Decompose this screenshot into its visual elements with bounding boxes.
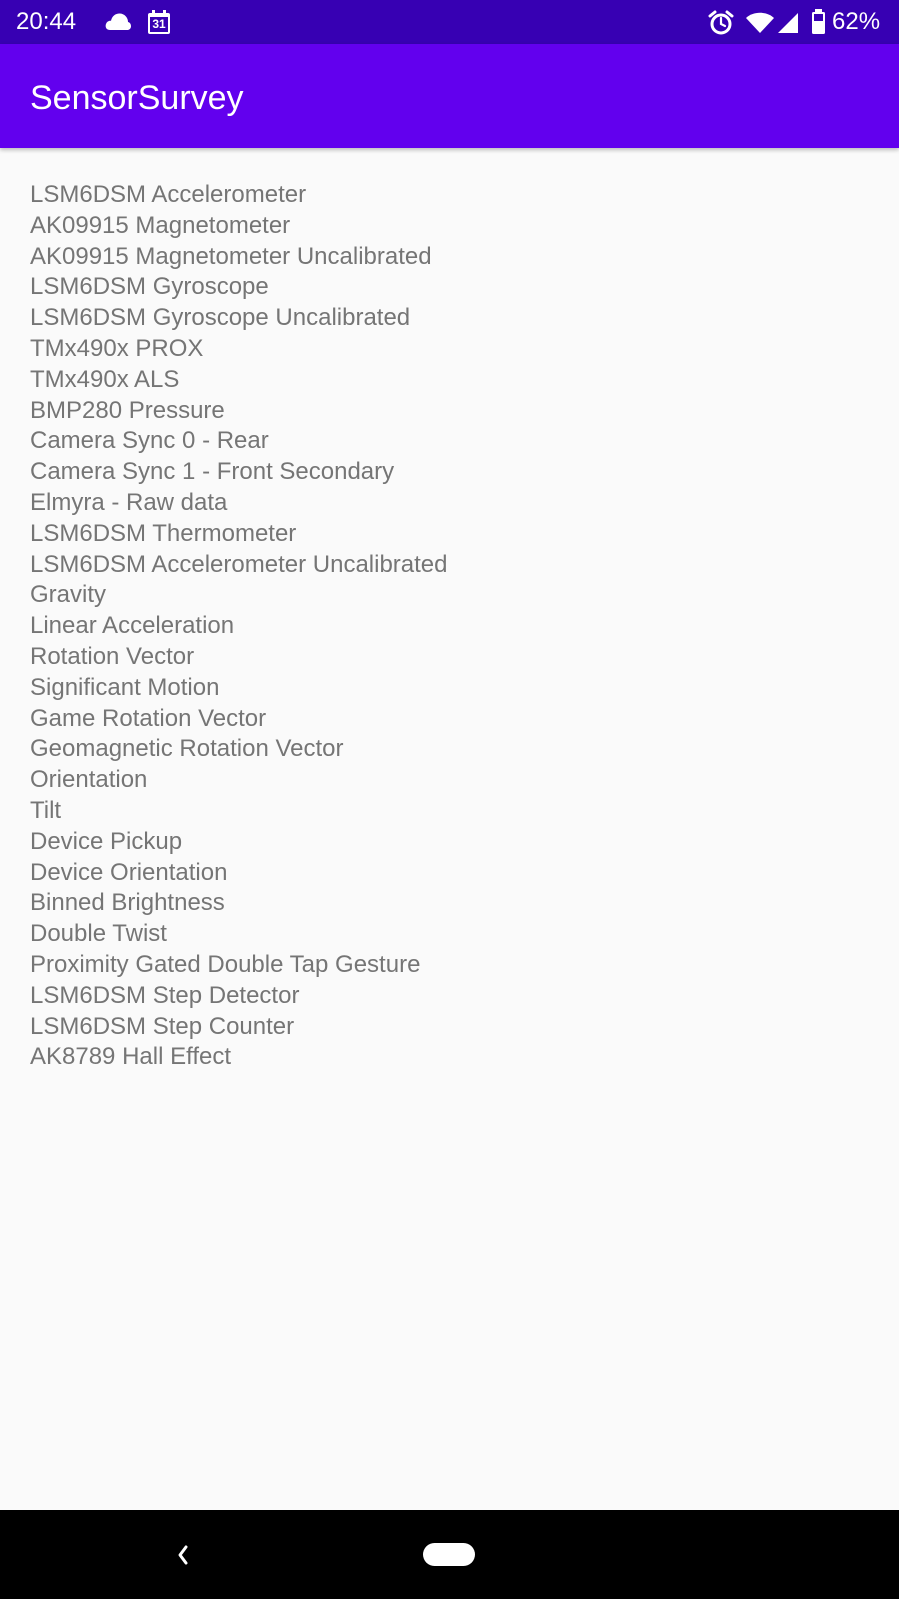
calendar-icon: 31 <box>147 9 171 35</box>
sensor-list-item: LSM6DSM Accelerometer Uncalibrated <box>30 550 448 578</box>
sensor-list-item: Binned Brightness <box>30 889 225 917</box>
back-button[interactable] <box>167 1535 199 1575</box>
sensor-list-item: TMx490x ALS <box>30 365 180 393</box>
sensor-list-item: AK8789 Hall Effect <box>30 1043 232 1071</box>
sensor-list-item: LSM6DSM Accelerometer <box>30 181 307 208</box>
sensor-list-item: Double Twist <box>30 920 167 948</box>
sensor-list-item: LSM6DSM Step Detector <box>30 981 300 1009</box>
sensor-list-item: Camera Sync 0 - Rear <box>30 427 269 455</box>
calendar-day: 31 <box>152 17 166 31</box>
sensor-list-item: LSM6DSM Gyroscope <box>30 273 269 301</box>
sensor-list-item: Geomagnetic Rotation Vector <box>30 735 344 763</box>
sensor-list-item: Game Rotation Vector <box>30 704 267 732</box>
status-bar: 20:44 31 62% <box>0 0 899 44</box>
alarm-icon <box>708 10 734 35</box>
sensor-list-item: LSM6DSM Step Counter <box>30 1012 295 1040</box>
sensor-list-item: AK09915 Magnetometer <box>30 211 291 239</box>
sensor-list: LSM6DSM Accelerometer AK09915 Magnetomete… <box>30 180 448 1073</box>
sensor-list-item: Tilt <box>30 796 62 824</box>
sensor-list-item: Elmyra - Raw data <box>30 488 228 516</box>
home-button[interactable] <box>423 1543 475 1566</box>
signal-icon <box>778 13 798 33</box>
status-time: 20:44 <box>16 8 77 35</box>
sensor-list-item: Device Pickup <box>30 827 183 855</box>
sensor-list-item: Proximity Gated Double Tap Gesture <box>30 950 421 978</box>
battery-level: 62% <box>832 8 881 35</box>
sensor-list-item: Orientation <box>30 766 148 794</box>
sensor-list-item: Camera Sync 1 - Front Secondary <box>30 458 395 486</box>
sensor-list-item: BMP280 Pressure <box>30 396 225 424</box>
sensor-list-item: Significant Motion <box>30 673 220 701</box>
back-icon <box>178 1545 188 1565</box>
sensor-list-item: LSM6DSM Gyroscope Uncalibrated <box>30 304 411 332</box>
battery-icon <box>812 9 825 34</box>
app-title: SensorSurvey <box>30 79 244 117</box>
sensor-list-item: AK09915 Magnetometer Uncalibrated <box>30 242 432 270</box>
wifi-icon <box>746 12 774 33</box>
sensor-list-item: TMx490x PROX <box>30 334 204 362</box>
sensor-list-item: Rotation Vector <box>30 642 195 670</box>
sensor-list-item: LSM6DSM Thermometer <box>30 519 297 547</box>
app-bar: SensorSurvey <box>0 44 899 148</box>
cloud-icon <box>105 13 131 30</box>
sensor-list-item: Linear Acceleration <box>30 612 235 640</box>
sensor-list-item: Gravity <box>30 581 107 609</box>
sensor-list-item: Device Orientation <box>30 858 228 886</box>
